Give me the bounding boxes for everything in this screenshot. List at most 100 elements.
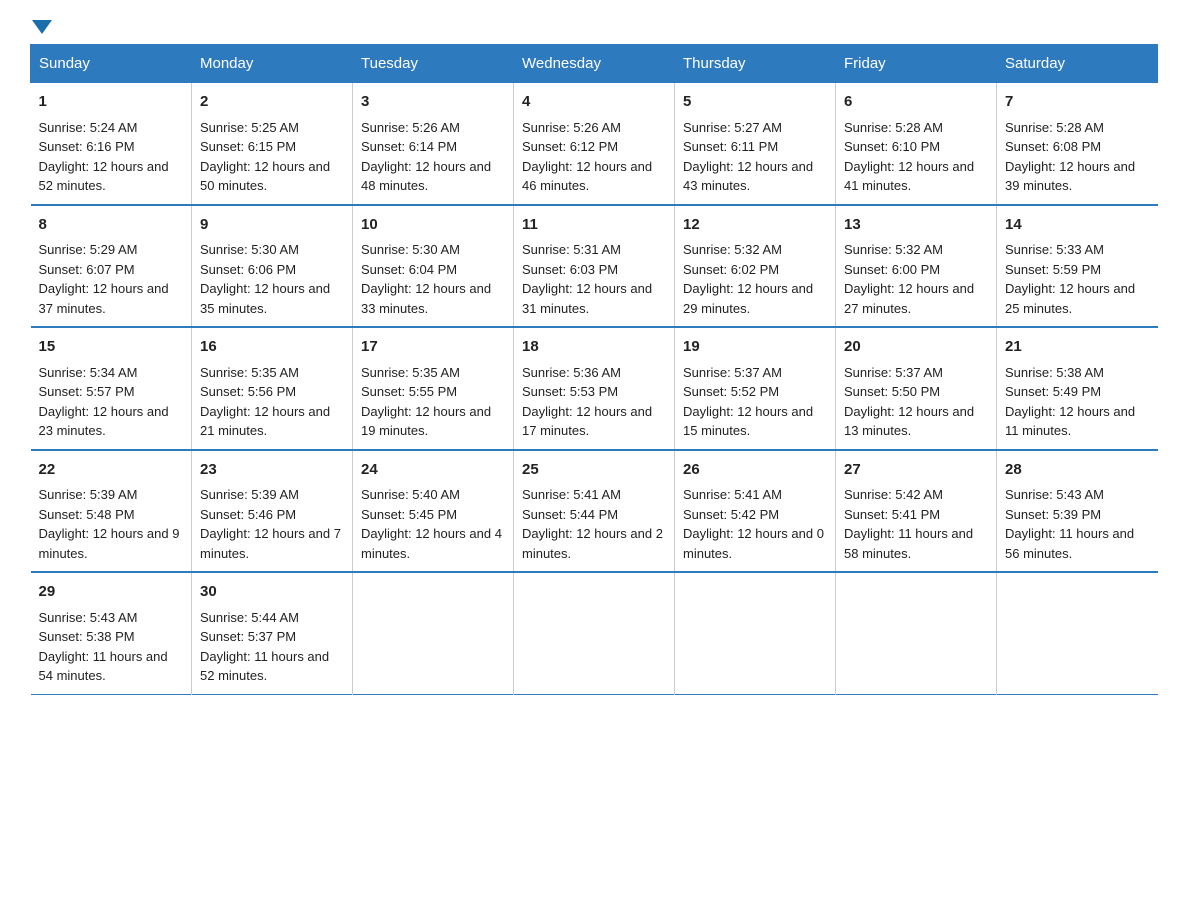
sunrise-text: Sunrise: 5:27 AM xyxy=(683,120,782,135)
day-number: 19 xyxy=(683,336,827,359)
calendar-cell: 6Sunrise: 5:28 AMSunset: 6:10 PMDaylight… xyxy=(836,83,997,205)
sunset-text: Sunset: 5:37 PM xyxy=(200,629,296,644)
day-number: 8 xyxy=(39,214,184,237)
sunset-text: Sunset: 6:04 PM xyxy=(361,262,457,277)
sunset-text: Sunset: 5:46 PM xyxy=(200,507,296,522)
calendar-cell: 24Sunrise: 5:40 AMSunset: 5:45 PMDayligh… xyxy=(353,450,514,573)
day-number: 28 xyxy=(1005,459,1150,482)
calendar-table: SundayMondayTuesdayWednesdayThursdayFrid… xyxy=(30,44,1158,695)
week-row-3: 22Sunrise: 5:39 AMSunset: 5:48 PMDayligh… xyxy=(31,450,1158,573)
calendar-cell: 16Sunrise: 5:35 AMSunset: 5:56 PMDayligh… xyxy=(192,327,353,450)
sunset-text: Sunset: 5:55 PM xyxy=(361,384,457,399)
sunset-text: Sunset: 5:45 PM xyxy=(361,507,457,522)
sunset-text: Sunset: 6:15 PM xyxy=(200,139,296,154)
header-thursday: Thursday xyxy=(675,45,836,83)
sunset-text: Sunset: 6:08 PM xyxy=(1005,139,1101,154)
week-row-4: 29Sunrise: 5:43 AMSunset: 5:38 PMDayligh… xyxy=(31,572,1158,694)
sunrise-text: Sunrise: 5:43 AM xyxy=(1005,487,1104,502)
sunset-text: Sunset: 5:52 PM xyxy=(683,384,779,399)
daylight-text: Daylight: 12 hours and 21 minutes. xyxy=(200,404,330,439)
sunrise-text: Sunrise: 5:26 AM xyxy=(361,120,460,135)
page-header xyxy=(30,20,1158,34)
sunrise-text: Sunrise: 5:24 AM xyxy=(39,120,138,135)
daylight-text: Daylight: 12 hours and 23 minutes. xyxy=(39,404,169,439)
sunset-text: Sunset: 6:14 PM xyxy=(361,139,457,154)
day-number: 5 xyxy=(683,91,827,114)
header-row: SundayMondayTuesdayWednesdayThursdayFrid… xyxy=(31,45,1158,83)
daylight-text: Daylight: 12 hours and 46 minutes. xyxy=(522,159,652,194)
daylight-text: Daylight: 12 hours and 43 minutes. xyxy=(683,159,813,194)
daylight-text: Daylight: 12 hours and 11 minutes. xyxy=(1005,404,1135,439)
sunset-text: Sunset: 5:41 PM xyxy=(844,507,940,522)
logo-text xyxy=(30,20,54,34)
sunrise-text: Sunrise: 5:39 AM xyxy=(39,487,138,502)
sunrise-text: Sunrise: 5:35 AM xyxy=(200,365,299,380)
sunrise-text: Sunrise: 5:38 AM xyxy=(1005,365,1104,380)
logo xyxy=(30,20,54,34)
sunrise-text: Sunrise: 5:34 AM xyxy=(39,365,138,380)
sunrise-text: Sunrise: 5:37 AM xyxy=(683,365,782,380)
sunrise-text: Sunrise: 5:29 AM xyxy=(39,242,138,257)
calendar-cell: 9Sunrise: 5:30 AMSunset: 6:06 PMDaylight… xyxy=(192,205,353,328)
calendar-cell: 30Sunrise: 5:44 AMSunset: 5:37 PMDayligh… xyxy=(192,572,353,694)
header-sunday: Sunday xyxy=(31,45,192,83)
calendar-cell: 14Sunrise: 5:33 AMSunset: 5:59 PMDayligh… xyxy=(997,205,1158,328)
week-row-2: 15Sunrise: 5:34 AMSunset: 5:57 PMDayligh… xyxy=(31,327,1158,450)
header-friday: Friday xyxy=(836,45,997,83)
calendar-cell: 3Sunrise: 5:26 AMSunset: 6:14 PMDaylight… xyxy=(353,83,514,205)
daylight-text: Daylight: 12 hours and 52 minutes. xyxy=(39,159,169,194)
day-number: 1 xyxy=(39,91,184,114)
sunrise-text: Sunrise: 5:39 AM xyxy=(200,487,299,502)
day-number: 12 xyxy=(683,214,827,237)
calendar-header: SundayMondayTuesdayWednesdayThursdayFrid… xyxy=(31,45,1158,83)
sunrise-text: Sunrise: 5:26 AM xyxy=(522,120,621,135)
calendar-cell xyxy=(836,572,997,694)
calendar-cell: 2Sunrise: 5:25 AMSunset: 6:15 PMDaylight… xyxy=(192,83,353,205)
sunset-text: Sunset: 6:03 PM xyxy=(522,262,618,277)
calendar-cell: 1 Sunrise: 5:24 AM Sunset: 6:16 PM Daylight… xyxy=(31,83,192,205)
sunrise-text: Sunrise: 5:28 AM xyxy=(844,120,943,135)
sunrise-text: Sunrise: 5:30 AM xyxy=(200,242,299,257)
day-number: 22 xyxy=(39,459,184,482)
sunrise-text: Sunrise: 5:36 AM xyxy=(522,365,621,380)
sunset-text: Sunset: 6:11 PM xyxy=(683,139,778,154)
calendar-cell: 22Sunrise: 5:39 AMSunset: 5:48 PMDayligh… xyxy=(31,450,192,573)
daylight-text: Daylight: 12 hours and 50 minutes. xyxy=(200,159,330,194)
daylight-text: Daylight: 12 hours and 41 minutes. xyxy=(844,159,974,194)
day-number: 9 xyxy=(200,214,344,237)
sunrise-text: Sunrise: 5:42 AM xyxy=(844,487,943,502)
calendar-cell: 27Sunrise: 5:42 AMSunset: 5:41 PMDayligh… xyxy=(836,450,997,573)
sunrise-text: Sunrise: 5:41 AM xyxy=(522,487,621,502)
day-number: 23 xyxy=(200,459,344,482)
sunset-text: Sunset: 5:39 PM xyxy=(1005,507,1101,522)
sunrise-text: Sunrise: 5:30 AM xyxy=(361,242,460,257)
daylight-text: Daylight: 12 hours and 9 minutes. xyxy=(39,526,180,561)
calendar-body: 1 Sunrise: 5:24 AM Sunset: 6:16 PM Daylight… xyxy=(31,83,1158,695)
sunset-text: Sunset: 5:57 PM xyxy=(39,384,135,399)
sunrise-text: Sunrise: 5:43 AM xyxy=(39,610,138,625)
week-row-0: 1 Sunrise: 5:24 AM Sunset: 6:16 PM Daylight… xyxy=(31,83,1158,205)
daylight-text: Daylight: 12 hours and 17 minutes. xyxy=(522,404,652,439)
sunset-text: Sunset: 6:16 PM xyxy=(39,139,135,154)
daylight-text: Daylight: 12 hours and 29 minutes. xyxy=(683,281,813,316)
sunrise-text: Sunrise: 5:28 AM xyxy=(1005,120,1104,135)
daylight-text: Daylight: 12 hours and 39 minutes. xyxy=(1005,159,1135,194)
sunrise-text: Sunrise: 5:40 AM xyxy=(361,487,460,502)
sunrise-text: Sunrise: 5:35 AM xyxy=(361,365,460,380)
day-number: 17 xyxy=(361,336,505,359)
day-number: 16 xyxy=(200,336,344,359)
sunset-text: Sunset: 6:06 PM xyxy=(200,262,296,277)
daylight-text: Daylight: 12 hours and 13 minutes. xyxy=(844,404,974,439)
calendar-cell: 4Sunrise: 5:26 AMSunset: 6:12 PMDaylight… xyxy=(514,83,675,205)
sunset-text: Sunset: 5:44 PM xyxy=(522,507,618,522)
daylight-text: Daylight: 12 hours and 7 minutes. xyxy=(200,526,341,561)
calendar-cell: 25Sunrise: 5:41 AMSunset: 5:44 PMDayligh… xyxy=(514,450,675,573)
sunrise-text: Sunrise: 5:31 AM xyxy=(522,242,621,257)
day-number: 30 xyxy=(200,581,344,604)
calendar-cell xyxy=(675,572,836,694)
calendar-cell: 10Sunrise: 5:30 AMSunset: 6:04 PMDayligh… xyxy=(353,205,514,328)
day-number: 14 xyxy=(1005,214,1150,237)
calendar-cell: 8Sunrise: 5:29 AMSunset: 6:07 PMDaylight… xyxy=(31,205,192,328)
daylight-text: Daylight: 12 hours and 31 minutes. xyxy=(522,281,652,316)
daylight-text: Daylight: 12 hours and 2 minutes. xyxy=(522,526,663,561)
